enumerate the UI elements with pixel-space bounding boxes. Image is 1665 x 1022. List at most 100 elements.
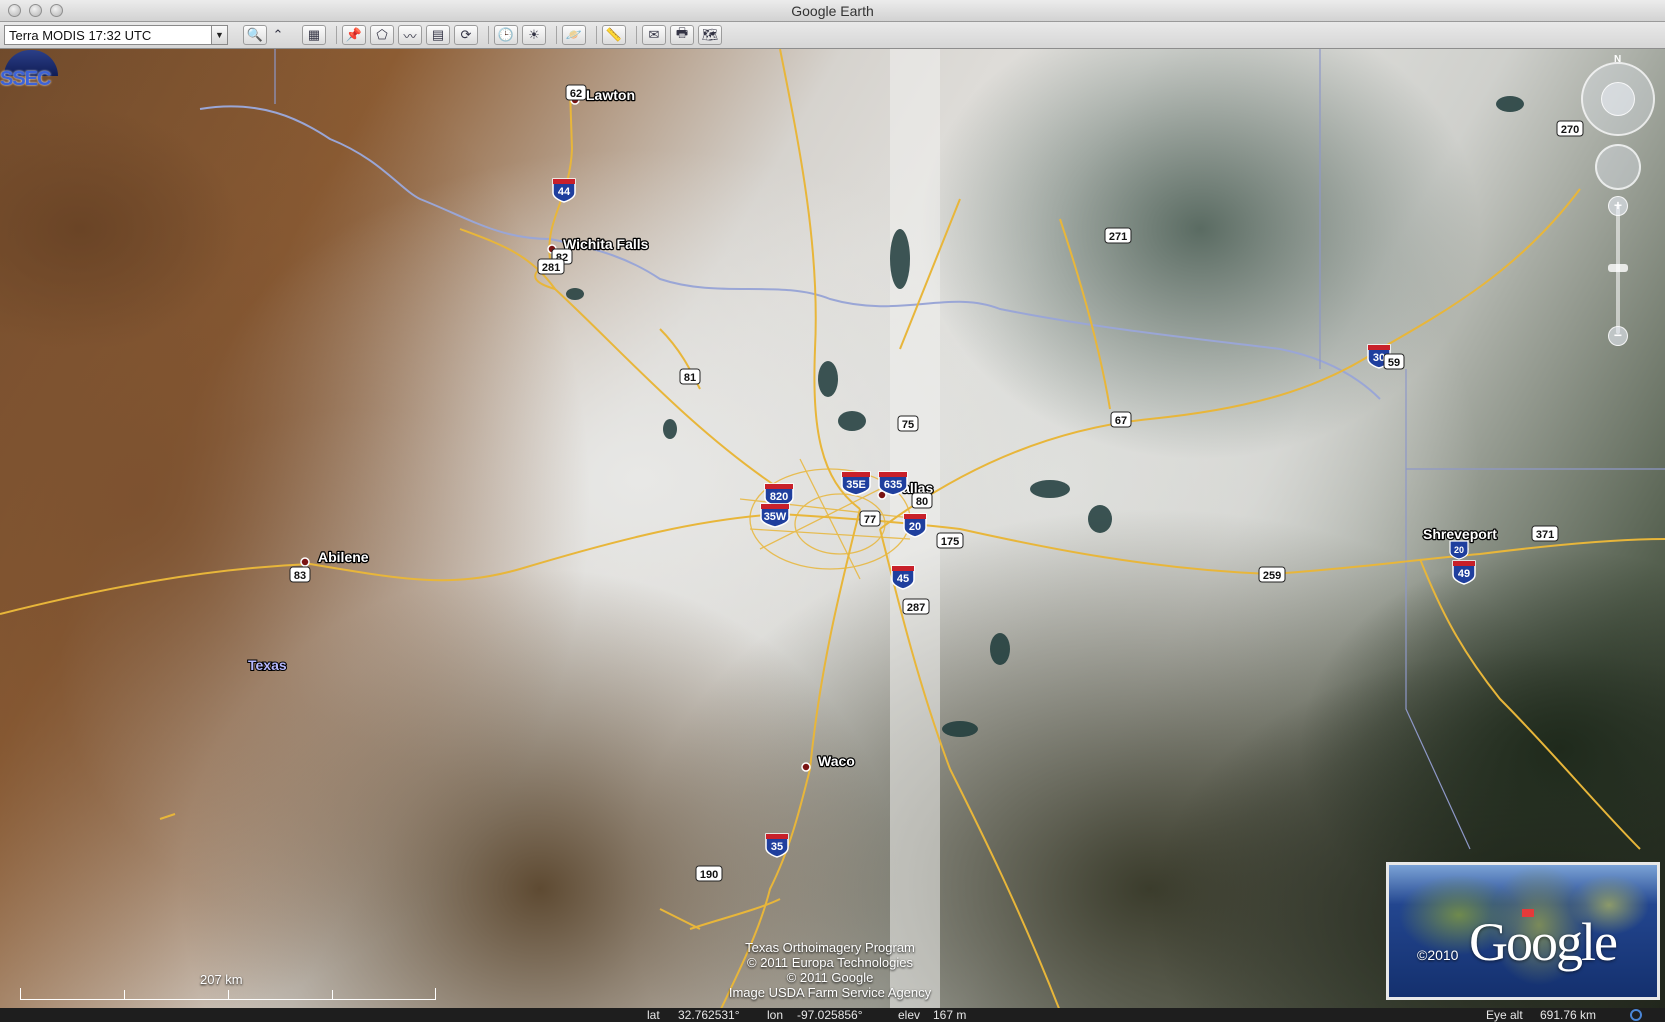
city-label-abilene: Abilene: [318, 549, 369, 565]
svg-text:371: 371: [1536, 529, 1554, 541]
title-bar: Google Earth: [0, 0, 1665, 22]
layer-select[interactable]: Terra MODIS 17:32 UTC ▼: [4, 25, 228, 45]
planets-button[interactable]: 🪐: [562, 25, 586, 45]
us-route-shield: 271: [1104, 227, 1132, 244]
move-joystick[interactable]: [1595, 144, 1641, 190]
interstate-shield: 20: [1449, 540, 1469, 560]
historical-imagery-icon: 🕒: [497, 27, 515, 42]
placemark-icon: 📌: [345, 27, 363, 42]
eye-alt-label: Eye alt: [1486, 1008, 1523, 1022]
svg-text:35W: 35W: [764, 511, 787, 523]
lon-value: -97.025856°: [797, 1008, 863, 1022]
collapse-arrow-icon: ⌃: [272, 27, 284, 42]
city-marker[interactable]: [300, 557, 310, 567]
interstate-shield: 635: [878, 471, 908, 496]
zoom-out-button[interactable]: −: [1608, 326, 1628, 346]
zoom-window-button[interactable]: [50, 4, 63, 17]
svg-text:80: 80: [916, 496, 928, 508]
google-logo: Google: [1469, 912, 1618, 972]
sunlight-button[interactable]: ☀: [522, 25, 546, 45]
interstate-shield: 44: [552, 178, 576, 203]
attribution-line: Image USDA Farm Service Agency: [728, 985, 932, 1000]
svg-text:75: 75: [902, 419, 914, 431]
toolbar-separator: [556, 26, 557, 44]
city-label-wichita-falls: Wichita Falls: [563, 236, 649, 252]
svg-text:820: 820: [770, 491, 788, 503]
svg-text:35E: 35E: [846, 479, 866, 491]
add-image-overlay-button[interactable]: ▤: [426, 25, 450, 45]
collapse-button[interactable]: ⌃: [271, 25, 285, 45]
interstate-shields: 44 820 35W 35E 635 20 45 35 30 49 20: [552, 178, 1476, 858]
us-route-shield: 190: [695, 865, 723, 882]
zoom-in-button[interactable]: +: [1608, 196, 1628, 216]
interstate-shield: 20: [903, 513, 927, 538]
lat-label: lat: [647, 1008, 660, 1022]
eye-icon: [1601, 82, 1635, 116]
us-route-shield: 83: [289, 566, 311, 583]
lon-label: lon: [767, 1008, 784, 1022]
us-route-shield: 281: [537, 258, 565, 275]
zoom-slider-knob[interactable]: [1608, 264, 1628, 272]
toolbar-separator: [336, 26, 337, 44]
add-placemark-button[interactable]: 📌: [342, 25, 366, 45]
us-route-shield: 371: [1531, 525, 1559, 542]
attribution-line: Texas Orthoimagery Program: [745, 940, 915, 955]
ssec-logo-text: SSEC: [0, 68, 51, 90]
inset-copyright: ©2010: [1417, 947, 1459, 963]
streaming-status-icon: [1630, 1009, 1642, 1021]
city-label-lawton: Lawton: [586, 87, 635, 103]
svg-text:175: 175: [941, 536, 959, 548]
record-tour-button[interactable]: ⟳: [454, 25, 478, 45]
svg-text:59: 59: [1388, 357, 1400, 369]
scale-tick: [124, 990, 125, 1000]
svg-text:77: 77: [864, 514, 876, 526]
svg-text:20: 20: [909, 521, 921, 533]
us-route-shield: 77: [859, 510, 881, 527]
search-button[interactable]: 🔍: [243, 25, 267, 45]
us-route-shield: 80: [911, 492, 933, 509]
interstate-shield: 35E: [841, 471, 871, 496]
scale-tick: [332, 990, 333, 1000]
sidebar-toggle-button[interactable]: ▦: [302, 25, 326, 45]
svg-text:20: 20: [1454, 545, 1464, 555]
us-route-shield: 75: [897, 415, 919, 432]
window-controls: [8, 4, 63, 17]
navigation-controls: N + −: [1580, 54, 1660, 354]
scale-bar: 207 km: [20, 970, 440, 1000]
svg-text:44: 44: [558, 186, 571, 198]
elev-value: 167 m: [933, 1008, 967, 1022]
close-window-button[interactable]: [8, 4, 21, 17]
view-in-maps-button[interactable]: 🗺: [698, 25, 722, 45]
scale-tick: [228, 990, 229, 1000]
add-polygon-button[interactable]: ⬠: [370, 25, 394, 45]
ruler-icon: 📏: [605, 27, 623, 42]
interstate-shield: 49: [1452, 560, 1476, 585]
city-markers: [300, 95, 1469, 772]
us-route-shield: 175: [936, 532, 964, 549]
print-button[interactable]: 🖶: [670, 25, 694, 45]
add-path-button[interactable]: 〰: [398, 25, 422, 45]
svg-text:67: 67: [1115, 415, 1127, 427]
email-button[interactable]: ✉: [642, 25, 666, 45]
svg-text:287: 287: [907, 602, 925, 614]
minimize-window-button[interactable]: [29, 4, 42, 17]
chevron-down-icon[interactable]: ▼: [211, 26, 227, 44]
red-river: [199, 105, 1381, 400]
ruler-button[interactable]: 📏: [602, 25, 626, 45]
us-route-shield: 81: [679, 368, 701, 385]
us-route-shield: 67: [1110, 411, 1132, 428]
view-in-maps-icon: 🗺: [701, 27, 719, 42]
historical-imagery-button[interactable]: 🕒: [494, 25, 518, 45]
path-icon: 〰: [403, 28, 417, 44]
svg-text:81: 81: [684, 372, 696, 384]
image-overlay-icon: ▤: [431, 27, 445, 42]
svg-text:271: 271: [1109, 231, 1127, 243]
look-joystick[interactable]: [1581, 62, 1655, 136]
polygon-icon: ⬠: [376, 27, 388, 42]
status-bar: lat 32.762531° lon -97.025856° elev 167 …: [0, 1008, 1665, 1022]
svg-text:635: 635: [884, 479, 902, 491]
svg-text:35: 35: [771, 841, 783, 853]
overview-map[interactable]: ©2010 Google: [1386, 862, 1660, 1000]
ssec-logo: SSEC: [0, 48, 62, 92]
city-marker[interactable]: [801, 762, 811, 772]
